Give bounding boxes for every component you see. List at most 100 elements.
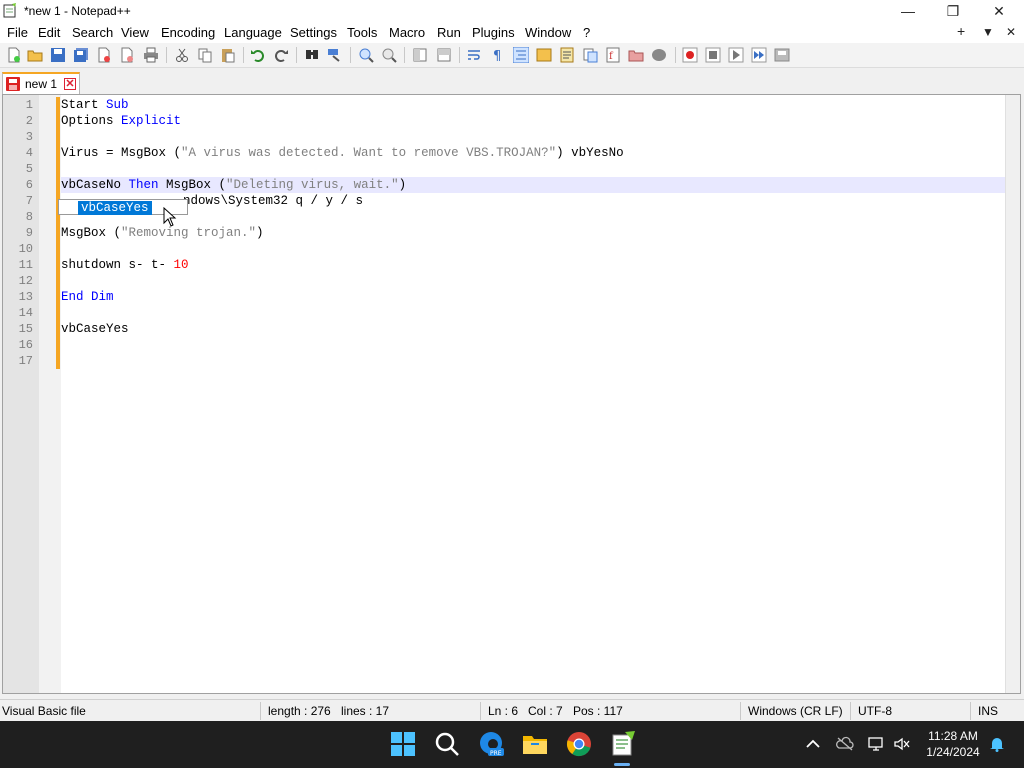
save-icon[interactable] [50,47,66,63]
function-list-icon[interactable]: f [605,47,621,63]
menu-macro[interactable]: Macro [389,25,425,40]
menu-tools[interactable]: Tools [347,25,377,40]
menu-help[interactable]: ? [583,25,590,40]
show-all-chars-icon[interactable]: ¶ [489,47,505,63]
menu-run[interactable]: Run [437,25,461,40]
paste-icon[interactable] [220,47,236,63]
svg-text:¶: ¶ [493,49,501,63]
code-line-2: Options Explicit [61,113,1005,129]
find-icon[interactable] [304,47,320,63]
code-line-6-current: vbCaseNo Then MsgBox ("Deleting virus, w… [61,177,1005,193]
code-line-1: Start Sub [61,97,1005,113]
line-number: 11 [18,258,33,272]
print-icon[interactable] [143,47,159,63]
macro-save-icon[interactable] [774,47,790,63]
indent-guide-icon[interactable] [513,47,529,63]
edge-beta-icon[interactable]: PRE [478,731,504,757]
minimize-button[interactable]: — [885,0,931,22]
status-encoding: UTF-8 [858,704,892,718]
close-doc-button[interactable]: ✕ [1006,25,1016,39]
line-number: 2 [25,114,33,128]
toolbar-separator [296,47,297,63]
menu-window[interactable]: Window [525,25,571,40]
monitoring-icon[interactable] [651,47,667,63]
macro-play-multiple-icon[interactable] [751,47,767,63]
user-lang-icon[interactable] [536,47,552,63]
status-lines: lines : 17 [341,704,390,718]
line-number: 10 [18,242,33,256]
chevron-up-icon[interactable] [804,736,822,752]
tab-new-1[interactable]: new 1 ✕ [2,72,80,94]
onedrive-offline-icon[interactable] [836,736,854,752]
status-insert-mode: INS [978,704,999,718]
folder-workspace-icon[interactable] [628,47,644,63]
file-explorer-icon[interactable] [522,731,548,757]
code-token: ) vbYesNo [556,146,624,160]
status-separator [970,702,971,720]
menu-language[interactable]: Language [224,25,282,40]
string-token: "Removing trojan." [121,226,257,240]
notepadpp-app-icon [3,3,16,18]
taskbar: PRE 11:28 AM 1/24/2024 [0,721,1024,768]
windows-start-icon[interactable] [390,731,416,757]
menu-file[interactable]: File [7,25,28,40]
undo-icon[interactable] [250,47,266,63]
maximize-button[interactable]: ❐ [930,0,976,22]
line-number: 7 [25,194,33,208]
sync-horizontal-icon[interactable] [436,47,452,63]
code-token: ) [256,226,264,240]
menu-bar: File Edit Search View Encoding Language … [0,22,1024,43]
tab-close-icon[interactable]: ✕ [64,78,76,90]
menu-settings[interactable]: Settings [290,25,337,40]
notepadpp-icon[interactable] [610,731,636,757]
autocomplete-item-selected[interactable]: vbCaseYes [78,201,152,215]
redo-icon[interactable] [273,47,289,63]
search-icon[interactable] [434,731,460,757]
cut-icon[interactable] [174,47,190,63]
macro-stop-icon[interactable] [705,47,721,63]
tab-list-dropdown-button[interactable]: ▼ [982,25,994,39]
zoom-out-icon[interactable] [381,47,397,63]
macro-play-icon[interactable] [728,47,744,63]
code-line-9: MsgBox ("Removing trojan.") [61,225,1005,241]
vertical-scrollbar[interactable] [1005,95,1020,693]
chrome-icon[interactable] [566,731,592,757]
close-all-icon[interactable] [119,47,135,63]
keyword-token: End [61,290,84,304]
toolbar-separator [243,47,244,63]
doc-map-icon[interactable] [559,47,575,63]
mouse-pointer-icon [163,207,177,227]
open-file-icon[interactable] [27,47,43,63]
menu-encoding[interactable]: Encoding [161,25,215,40]
copy-icon[interactable] [197,47,213,63]
close-file-icon[interactable] [96,47,112,63]
status-eol: Windows (CR LF) [748,704,843,718]
zoom-in-icon[interactable] [358,47,374,63]
system-clock[interactable]: 11:28 AM 1/24/2024 [920,728,986,760]
new-tab-plus-button[interactable]: + [957,23,965,39]
svg-text:PRE: PRE [490,750,502,757]
volume-muted-icon[interactable] [893,736,911,752]
title-bar: *new 1 - Notepad++ — ❐ ✕ [0,0,1024,22]
code-token: MsgBox ( [61,226,122,240]
sync-vertical-icon[interactable] [412,47,428,63]
notification-bell-icon[interactable] [988,736,1006,752]
line-number: 5 [25,162,33,176]
new-file-icon[interactable] [6,47,22,63]
macro-record-icon[interactable] [682,47,698,63]
close-button[interactable]: ✕ [976,0,1022,22]
doc-list-icon[interactable] [582,47,598,63]
code-area[interactable]: Start Sub Options Explicit Virus = MsgBo… [61,95,1019,693]
menu-edit[interactable]: Edit [38,25,60,40]
status-separator [740,702,741,720]
save-all-icon[interactable] [73,47,89,63]
network-icon[interactable] [867,736,885,752]
menu-view[interactable]: View [121,25,149,40]
replace-icon[interactable] [327,47,343,63]
word-wrap-icon[interactable] [466,47,482,63]
line-number: 14 [18,306,33,320]
menu-plugins[interactable]: Plugins [472,25,515,40]
line-number: 9 [25,226,33,240]
menu-search[interactable]: Search [72,25,113,40]
